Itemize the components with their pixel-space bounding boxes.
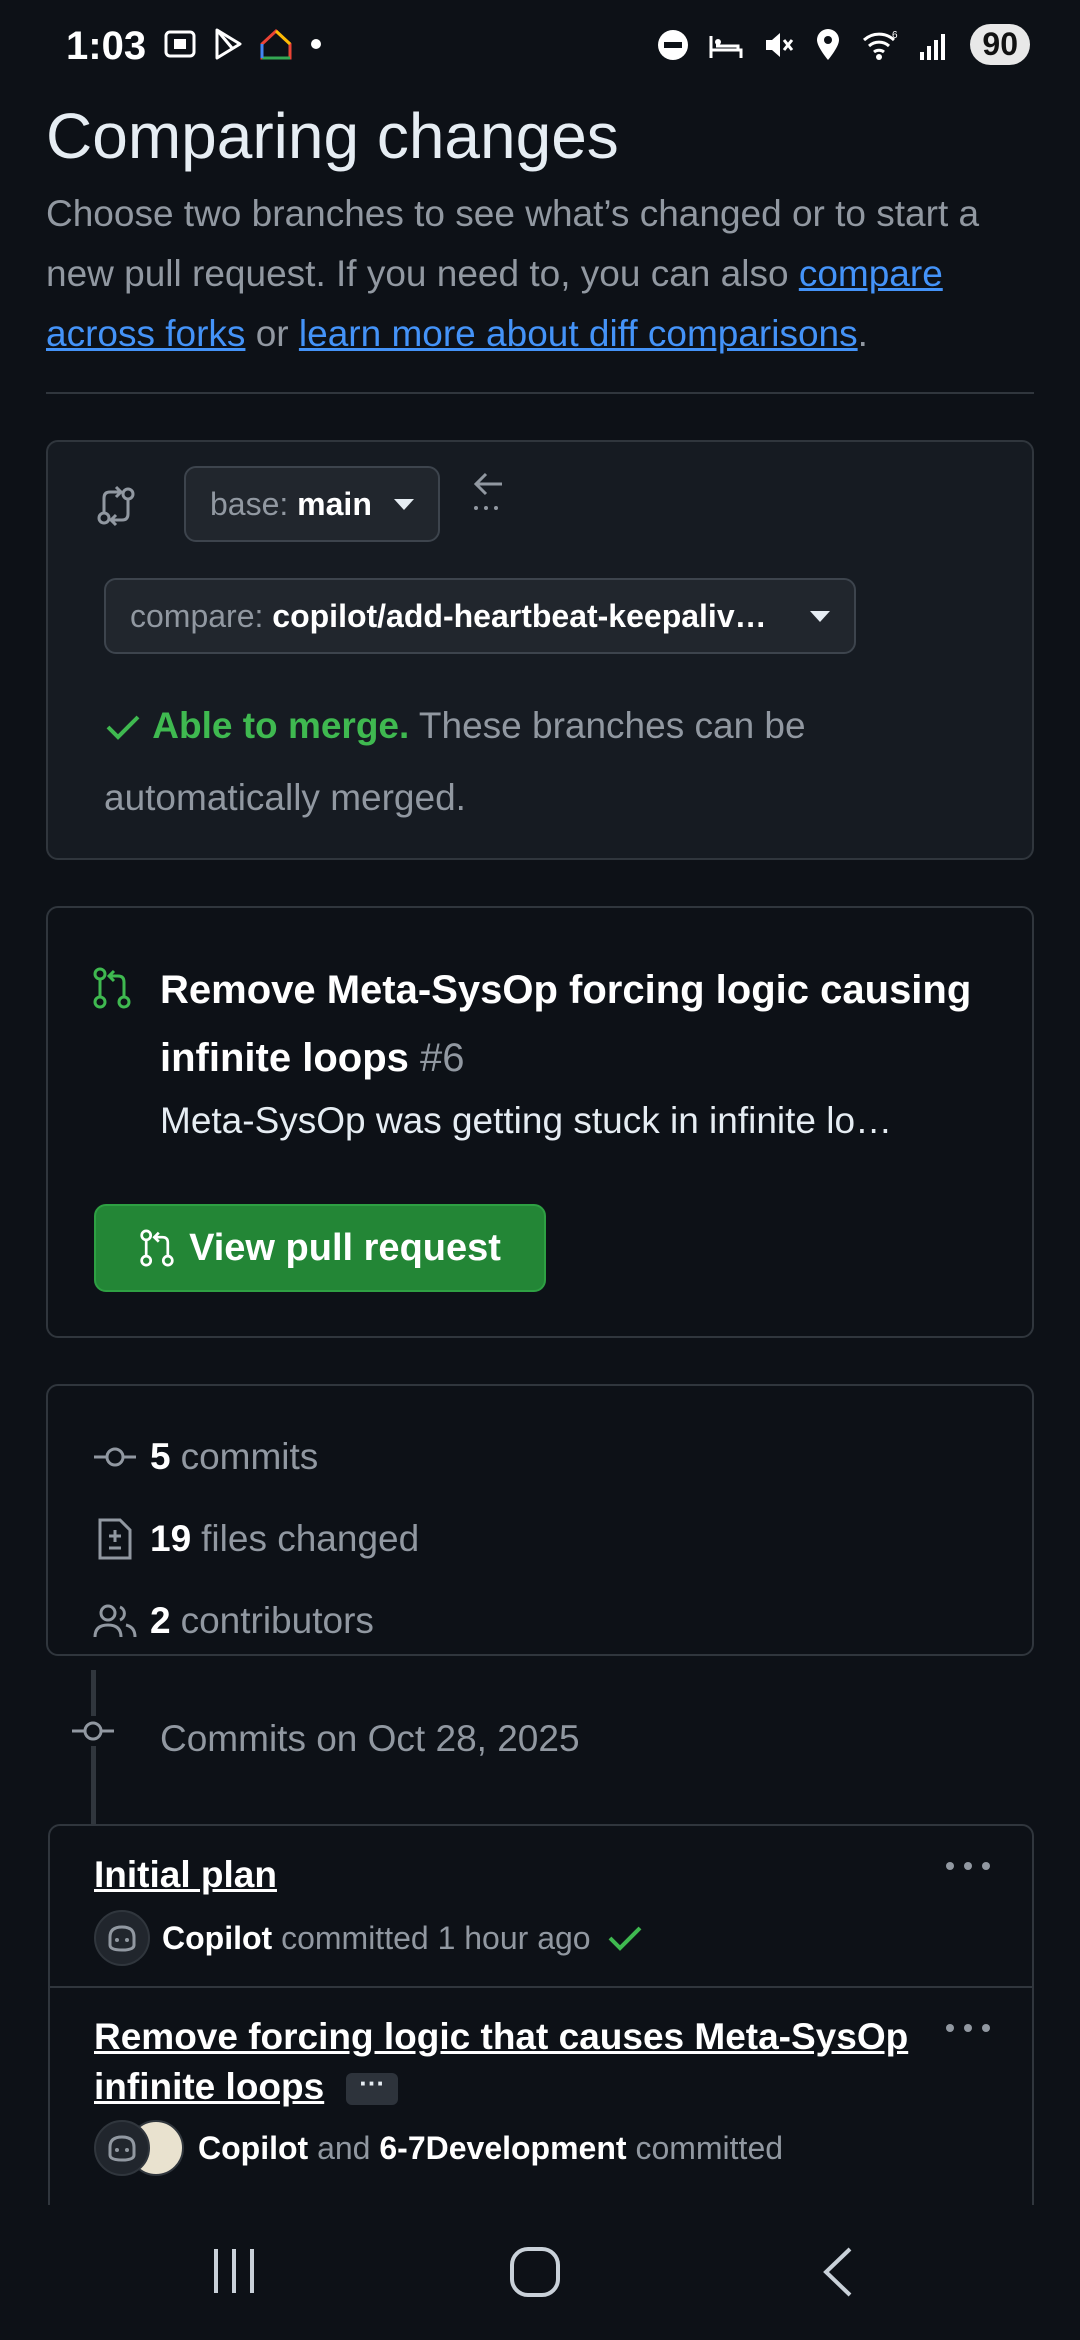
files-changed-stat[interactable]: 19 files changed — [48, 1498, 1032, 1580]
file-diff-icon — [98, 1518, 132, 1560]
back-icon[interactable] — [818, 2245, 858, 2299]
recent-apps-icon[interactable] — [210, 2245, 258, 2297]
copilot-icon — [108, 1925, 136, 1952]
commit-icon — [70, 1716, 116, 1746]
compare-prefix: compare: — [130, 597, 264, 634]
commits-list: Initial plan Copilot committed 1 hour ag… — [48, 1824, 1034, 2205]
commit-icon — [94, 1447, 136, 1467]
commit-meta: Copilot committed 1 hour ago — [94, 1910, 1032, 1966]
base-branch-select[interactable]: base: main — [184, 466, 440, 542]
location-icon — [817, 28, 840, 60]
dot-icon — [311, 39, 321, 49]
commit-title-link[interactable]: Initial plan — [94, 1850, 1032, 1900]
view-pull-request-button[interactable]: View pull request — [94, 1204, 546, 1292]
sleep-icon — [709, 35, 743, 58]
main-content[interactable]: Comparing changes Choose two branches to… — [46, 100, 1034, 2205]
commit-author[interactable]: Copilot — [162, 1920, 272, 1957]
commit-meta: Copilot and 6-7Development committed — [94, 2120, 1032, 2176]
check-icon — [106, 715, 140, 740]
screenshot-icon — [164, 30, 196, 58]
svg-text:6: 6 — [892, 30, 898, 41]
mute-icon — [766, 32, 794, 57]
arrow-left-icon — [473, 472, 502, 510]
list-item: Initial plan Copilot committed 1 hour ag… — [50, 1826, 1032, 1988]
compare-icon — [97, 485, 135, 527]
base-prefix: base: — [210, 485, 289, 522]
commit-and: and — [317, 2129, 371, 2166]
wifi-icon: 6 — [863, 30, 898, 60]
more-options-icon[interactable] — [944, 2018, 992, 2038]
commit-title-link[interactable]: Remove forcing logic that causes Meta-Sy… — [94, 2012, 974, 2112]
status-bar: 1:03 6 90 — [0, 0, 1080, 100]
compare-branch-select[interactable]: compare: copilot/add-heartbeat-keepaliv… — [104, 578, 856, 654]
pr-description: Meta-SysOp was getting stuck in infinite… — [160, 1100, 893, 1141]
people-icon — [93, 1604, 137, 1638]
contributors-count: 2 — [150, 1600, 171, 1641]
contributors-stat[interactable]: 2 contributors — [48, 1580, 1032, 1662]
pull-request-icon — [140, 1229, 174, 1267]
intro-or: or — [245, 313, 299, 354]
status-time: 1:03 — [66, 24, 147, 68]
timeline-line — [91, 1670, 96, 1824]
branch-compare-card: base: main compare: copilot/add-heartbea… — [46, 440, 1034, 860]
pr-title-text: Remove Meta-SysOp forcing logic causing … — [160, 968, 972, 1080]
home-icon — [260, 28, 292, 60]
status-left-icons — [162, 26, 326, 62]
contributors-label: contributors — [180, 1600, 374, 1641]
pr-number: #6 — [420, 1036, 465, 1080]
commits-date-heading: Commits on Oct 28, 2025 — [160, 1718, 580, 1759]
system-nav-bar — [0, 2205, 1080, 2340]
avatar[interactable] — [94, 1910, 150, 1966]
commit-title-text: Remove forcing logic that causes Meta-Sy… — [94, 2016, 909, 2107]
expand-message-button[interactable]: ··· — [346, 2070, 399, 2106]
chevron-down-icon — [394, 498, 414, 510]
commit-time: committed 1 hour ago — [281, 1919, 591, 1956]
files-count: 19 — [150, 1518, 192, 1559]
view-pr-label: View pull request — [189, 1226, 501, 1269]
files-label: files changed — [201, 1518, 420, 1559]
chevron-down-icon — [810, 610, 830, 622]
base-value: main — [297, 485, 372, 522]
intro-end: . — [857, 313, 868, 354]
pull-request-icon — [93, 967, 131, 1009]
signal-icon — [920, 33, 946, 60]
commits-timeline-header: Commits on Oct 28, 2025 — [46, 1656, 1034, 1824]
page-title: Comparing changes — [46, 100, 619, 172]
battery-icon: 90 — [970, 24, 1030, 65]
avatar[interactable] — [94, 2120, 150, 2176]
commit-coauthor[interactable]: 6-7Development — [379, 2130, 626, 2167]
commits-count: 5 — [150, 1436, 171, 1477]
check-icon — [608, 1926, 641, 1951]
learn-more-diff-link[interactable]: learn more about diff comparisons — [299, 313, 858, 354]
commits-label: commits — [180, 1436, 319, 1477]
more-options-icon[interactable] — [944, 1856, 992, 1876]
pull-request-card: Remove Meta-SysOp forcing logic causing … — [46, 906, 1034, 1338]
pr-title[interactable]: Remove Meta-SysOp forcing logic causing … — [160, 956, 1000, 1092]
commit-author[interactable]: Copilot — [198, 2130, 308, 2167]
status-right-icons: 6 90 — [656, 24, 1030, 65]
merge-ok-label: Able to merge. — [152, 705, 410, 746]
home-button-icon[interactable] — [508, 2245, 564, 2299]
list-item: Remove forcing logic that causes Meta-Sy… — [50, 1988, 1032, 2205]
copilot-icon — [108, 2135, 136, 2162]
dnd-icon — [658, 29, 689, 60]
compare-value: copilot/add-heartbeat-keepaliv… — [272, 597, 767, 634]
play-store-icon — [215, 28, 242, 60]
stats-card: 5 commits 19 files changed 2 contributors — [46, 1384, 1034, 1656]
commit-time: committed — [635, 2129, 784, 2166]
intro-text: Choose two branches to see what’s change… — [46, 184, 1034, 364]
merge-status: Able to merge. These branches can be aut… — [104, 690, 944, 834]
divider — [46, 392, 1034, 394]
commits-stat[interactable]: 5 commits — [48, 1416, 1032, 1498]
